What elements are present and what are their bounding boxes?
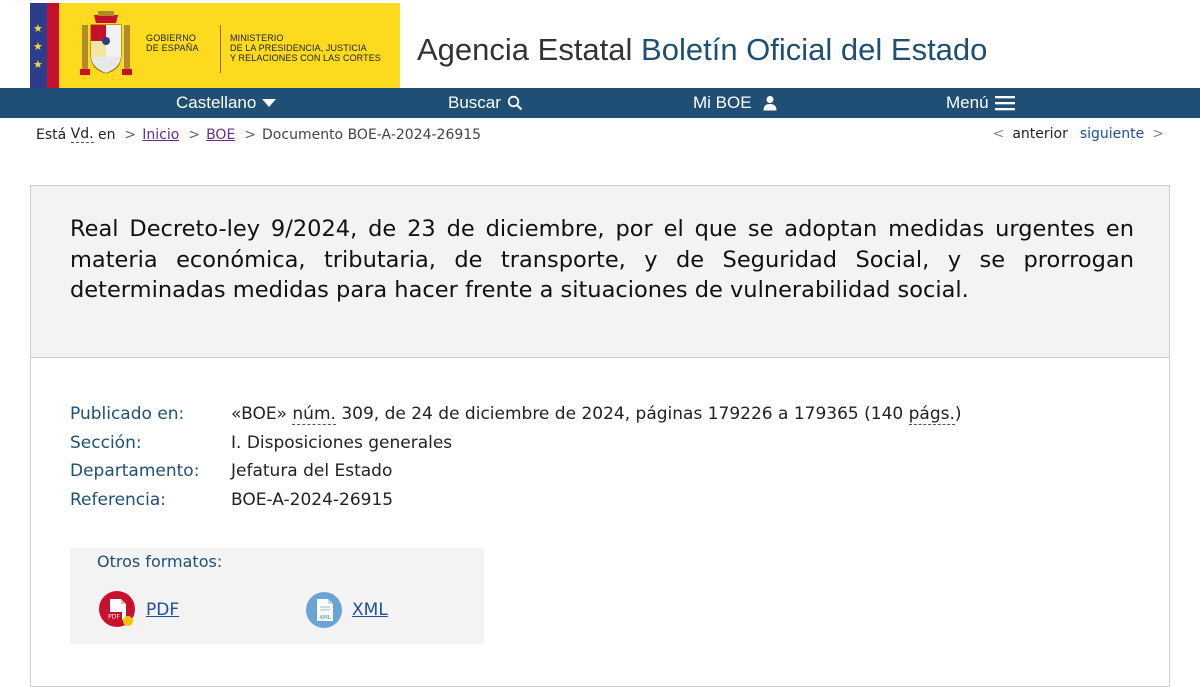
pdf-icon-text: PDF bbox=[108, 614, 120, 621]
metadata-row: Departamento: Jefatura del Estado bbox=[70, 457, 962, 486]
previous-link[interactable]: anterior bbox=[1012, 126, 1068, 142]
next-link[interactable]: siguiente bbox=[1080, 126, 1144, 142]
agency-name: Boletín Oficial del Estado bbox=[641, 32, 988, 67]
government-logo[interactable]: ★ ★ ★ GOBIERNO DE ESPAÑA MINISTERIO DE L… bbox=[30, 3, 400, 88]
breadcrumb-abbr: Vd. bbox=[70, 126, 94, 143]
eu-flag-strip: ★ ★ ★ bbox=[30, 3, 47, 88]
metadata-row: Referencia: BOE-A-2024-26915 bbox=[70, 486, 962, 515]
other-formats-label: Otros formatos: bbox=[97, 552, 223, 571]
pdf-file-icon: PDF bbox=[99, 591, 135, 627]
ministry-line-1: MINISTERIO bbox=[230, 33, 284, 43]
document-title: Real Decreto-ley 9/2024, de 23 de diciem… bbox=[70, 216, 1134, 303]
menu-button[interactable]: Menú bbox=[946, 88, 1015, 118]
pdf-link[interactable]: PDF bbox=[146, 600, 179, 620]
published-label: Publicado en: bbox=[70, 404, 185, 424]
logo-divider bbox=[220, 25, 221, 73]
pags-abbr: págs. bbox=[908, 404, 955, 425]
department-value: Jefatura del Estado bbox=[231, 461, 393, 481]
ministry-label: MINISTERIO DE LA PRESIDENCIA, JUSTICIA Y… bbox=[230, 33, 381, 63]
document-metadata: Publicado en: «BOE» núm. 309, de 24 de d… bbox=[70, 400, 962, 514]
chevron-right-icon: > bbox=[124, 126, 137, 143]
gov-line-2: DE ESPAÑA bbox=[146, 43, 199, 53]
pdf-download[interactable]: PDF PDF bbox=[98, 590, 179, 630]
breadcrumb-current: Documento BOE-A-2024-26915 bbox=[262, 126, 482, 143]
reference-value: BOE-A-2024-26915 bbox=[231, 489, 394, 510]
spain-flag-strip bbox=[47, 3, 59, 88]
agency-prefix: Agencia Estatal bbox=[417, 32, 633, 67]
site-header: ★ ★ ★ GOBIERNO DE ESPAÑA MINISTERIO DE L… bbox=[0, 0, 1200, 88]
government-label: GOBIERNO DE ESPAÑA bbox=[146, 33, 199, 53]
coat-of-arms-icon bbox=[80, 11, 132, 75]
section-value: I. Disposiciones generales bbox=[231, 432, 453, 453]
published-detail: 309, de 24 de diciembre de 2024, páginas… bbox=[341, 404, 904, 424]
gov-line-1: GOBIERNO bbox=[146, 33, 197, 43]
breadcrumb-home-link[interactable]: Inicio bbox=[142, 127, 179, 143]
other-formats-panel: Otros formatos: PDF PDF XML XML bbox=[70, 548, 484, 644]
xml-download[interactable]: XML XML bbox=[304, 590, 388, 630]
chevron-right-icon: > bbox=[244, 126, 257, 143]
ministry-line-3: Y RELACIONES CON LAS CORTES bbox=[230, 53, 381, 63]
search-label: Buscar bbox=[448, 93, 501, 112]
reference-label: Referencia: bbox=[70, 489, 167, 510]
document-title-panel: Real Decreto-ley 9/2024, de 23 de diciem… bbox=[31, 186, 1169, 358]
breadcrumb: Está Vd. en > Inicio > BOE > Documento B… bbox=[36, 126, 481, 143]
xml-link[interactable]: XML bbox=[352, 600, 388, 620]
metadata-row: Sección: I. Disposiciones generales bbox=[70, 429, 962, 458]
my-boe-link[interactable]: Mi BOE bbox=[693, 88, 778, 118]
document-pager: < anterior siguiente > bbox=[985, 126, 1164, 142]
published-value: «BOE» núm. 309, de 24 de diciembre de 20… bbox=[231, 400, 962, 429]
site-title[interactable]: Agencia Estatal Boletín Oficial del Esta… bbox=[417, 30, 987, 70]
chevron-right-icon: > bbox=[1152, 126, 1164, 142]
star-icon: ★ bbox=[33, 58, 43, 71]
my-boe-label: Mi BOE bbox=[693, 93, 752, 112]
metadata-row: Publicado en: «BOE» núm. 309, de 24 de d… bbox=[70, 400, 962, 429]
star-icon: ★ bbox=[33, 22, 43, 35]
department-label: Departamento: bbox=[70, 461, 200, 481]
caret-down-icon bbox=[262, 98, 277, 107]
language-selector[interactable]: Castellano bbox=[176, 88, 277, 118]
search-icon bbox=[507, 95, 523, 111]
section-label: Sección: bbox=[70, 432, 142, 453]
hamburger-menu-icon bbox=[994, 96, 1015, 111]
main-navigation: Castellano Buscar Mi BOE Menú bbox=[0, 88, 1200, 118]
breadcrumb-boe-link[interactable]: BOE bbox=[206, 127, 235, 143]
language-label: Castellano bbox=[176, 93, 257, 112]
ministry-line-2: DE LA PRESIDENCIA, JUSTICIA bbox=[230, 43, 367, 53]
menu-label: Menú bbox=[946, 93, 989, 112]
chevron-left-icon: < bbox=[992, 126, 1005, 142]
document-panel: Real Decreto-ley 9/2024, de 23 de diciem… bbox=[30, 185, 1170, 687]
search-link[interactable]: Buscar bbox=[448, 88, 523, 118]
published-end: ) bbox=[954, 404, 962, 424]
user-icon bbox=[763, 96, 777, 111]
breadcrumb-intro: Está bbox=[36, 126, 67, 143]
published-boe: «BOE» bbox=[231, 404, 287, 424]
xml-file-icon: XML bbox=[306, 592, 342, 628]
num-abbr: núm. bbox=[292, 404, 336, 425]
star-icon: ★ bbox=[33, 40, 43, 53]
xml-icon-text: XML bbox=[319, 615, 332, 621]
chevron-right-icon: > bbox=[188, 126, 201, 143]
breadcrumb-intro-suffix: en bbox=[98, 126, 116, 143]
